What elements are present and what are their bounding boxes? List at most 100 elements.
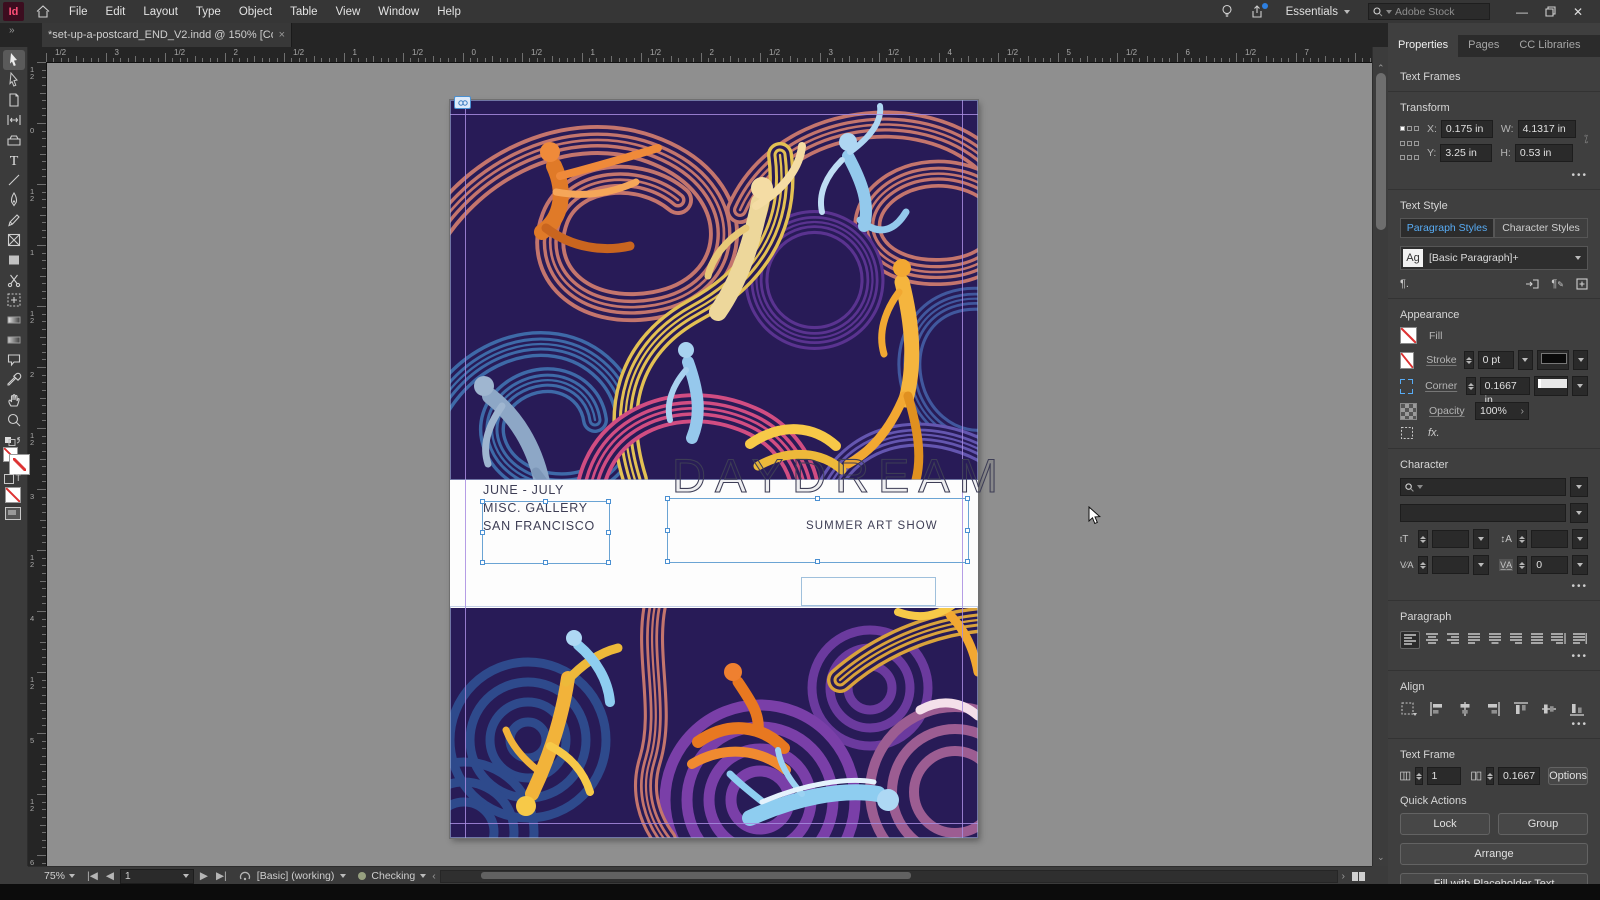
more-options-icon[interactable]: •••: [1564, 170, 1588, 181]
stroke-swatch[interactable]: [10, 455, 29, 474]
fill-placeholder-button[interactable]: Fill with Placeholder Text: [1400, 873, 1588, 884]
vertical-scrollbar[interactable]: ⌃ ⌄: [1372, 47, 1389, 866]
apply-none-button[interactable]: [5, 487, 21, 503]
more-options-icon[interactable]: •••: [1564, 581, 1588, 592]
free-transform-tool-icon[interactable]: [3, 290, 25, 310]
preflight-menu[interactable]: [Basic] (working): [233, 870, 353, 882]
document-canvas[interactable]: JUNE - JULY MISC. GALLERY SAN FRANCISCO …: [46, 62, 1372, 866]
formatting-affects-container-icon[interactable]: [4, 474, 14, 484]
zoom-tool-icon[interactable]: [3, 410, 25, 430]
font-size-dropdown[interactable]: [1473, 529, 1489, 549]
selection-handle[interactable]: [665, 496, 670, 501]
menu-file[interactable]: File: [60, 3, 97, 21]
fx-icon[interactable]: fx.: [1428, 427, 1440, 439]
align-left-button[interactable]: [1400, 631, 1420, 649]
text-frame-selection[interactable]: [667, 498, 969, 563]
kerning-stepper[interactable]: [1418, 556, 1428, 574]
selection-handle[interactable]: [480, 530, 485, 535]
selection-handle[interactable]: [606, 499, 611, 504]
redefine-style-icon[interactable]: [1525, 278, 1539, 290]
corner-radius-value[interactable]: 0.1667 in: [1480, 377, 1530, 395]
stroke-color-dropdown[interactable]: [1573, 350, 1588, 370]
group-button[interactable]: Group: [1498, 813, 1588, 835]
menu-type[interactable]: Type: [187, 3, 230, 21]
vertical-scrollbar-thumb[interactable]: [1376, 73, 1386, 230]
leading-stepper[interactable]: [1517, 530, 1527, 548]
font-size-value[interactable]: [1432, 530, 1469, 548]
menu-window[interactable]: Window: [369, 3, 428, 21]
formatting-affects-text-icon[interactable]: T: [16, 473, 22, 483]
horizontal-scrollbar-thumb[interactable]: [481, 872, 911, 879]
fill-swatch-none[interactable]: [1400, 327, 1417, 344]
share-icon[interactable]: [1246, 3, 1268, 21]
home-icon[interactable]: [36, 5, 50, 18]
stock-search-input[interactable]: Adobe Stock: [1368, 3, 1490, 20]
stroke-color-swatch[interactable]: [1537, 350, 1569, 370]
tab-properties[interactable]: Properties: [1388, 35, 1458, 57]
text-frame-options-button[interactable]: Options: [1548, 767, 1588, 785]
tab-close-icon[interactable]: ×: [279, 29, 285, 41]
gap-tool-icon[interactable]: [3, 110, 25, 130]
align-center-button[interactable]: [1423, 631, 1441, 647]
preflight-status-menu[interactable]: Checking: [352, 870, 432, 882]
line-tool-icon[interactable]: [3, 170, 25, 190]
menu-edit[interactable]: Edit: [97, 3, 135, 21]
pencil-tool-icon[interactable]: [3, 210, 25, 230]
corner-radius-stepper[interactable]: [1466, 377, 1476, 395]
x-input[interactable]: 0.175 in: [1441, 120, 1493, 138]
selection-handle[interactable]: [965, 496, 970, 501]
menu-view[interactable]: View: [327, 3, 370, 21]
justify-all-button[interactable]: [1528, 631, 1546, 647]
first-page-icon[interactable]: |◀: [87, 870, 98, 882]
align-to-dropdown[interactable]: [1400, 701, 1418, 717]
kerning-value[interactable]: [1432, 556, 1469, 574]
selection-handle[interactable]: [815, 496, 820, 501]
selection-handle[interactable]: [480, 499, 485, 504]
scroll-left-icon[interactable]: ‹: [432, 870, 436, 882]
hand-tool-icon[interactable]: [3, 390, 25, 410]
leading-dropdown[interactable]: [1572, 529, 1588, 549]
restore-button[interactable]: [1536, 0, 1564, 23]
w-input[interactable]: 4.1317 in: [1518, 120, 1576, 138]
align-bottom-edges-button[interactable]: [1568, 701, 1586, 717]
tab-cc-libraries[interactable]: CC Libraries: [1509, 35, 1590, 57]
lock-button[interactable]: Lock: [1400, 813, 1490, 835]
selection-handle[interactable]: [815, 559, 820, 564]
selection-handle[interactable]: [606, 560, 611, 565]
kerning-dropdown[interactable]: [1473, 555, 1489, 575]
font-family-input[interactable]: [1400, 478, 1566, 496]
gutter-value[interactable]: 0.1667: [1498, 767, 1540, 785]
new-style-icon[interactable]: [1576, 278, 1588, 290]
content-collector-tool-icon[interactable]: [3, 130, 25, 150]
gradient-feather-tool-icon[interactable]: [3, 330, 25, 350]
align-left-edges-button[interactable]: [1428, 701, 1446, 717]
gradient-tool-icon[interactable]: [3, 310, 25, 330]
align-toward-spine-button[interactable]: [1549, 631, 1567, 647]
font-style-dropdown[interactable]: [1570, 503, 1588, 523]
font-size-stepper[interactable]: [1418, 530, 1428, 548]
selection-handle[interactable]: [965, 559, 970, 564]
menu-layout[interactable]: Layout: [134, 3, 187, 21]
selection-handle[interactable]: [965, 528, 970, 533]
tracking-value[interactable]: 0: [1531, 556, 1568, 574]
document-tab[interactable]: *set-up-a-postcard_END_V2.indd @ 150% [C…: [42, 23, 292, 47]
swap-fill-stroke-icon[interactable]: [4, 436, 22, 446]
previous-page-icon[interactable]: ◀: [106, 870, 114, 882]
selection-handle[interactable]: [480, 560, 485, 565]
ruler-origin-corner[interactable]: [28, 47, 47, 63]
indesign-logo-icon[interactable]: Id: [3, 2, 24, 21]
arrange-button[interactable]: Arrange: [1400, 843, 1588, 865]
more-options-icon[interactable]: •••: [1564, 719, 1588, 730]
tracking-dropdown[interactable]: [1572, 555, 1588, 575]
headline-text[interactable]: DAYDREAM: [672, 448, 1007, 503]
stroke-weight-dropdown[interactable]: [1518, 350, 1533, 370]
gutter-stepper[interactable]: [1486, 767, 1494, 785]
workspace-switcher[interactable]: Essentials: [1276, 6, 1360, 18]
align-away-from-spine-button[interactable]: [1570, 631, 1588, 647]
spread-view-icon[interactable]: [1351, 871, 1366, 882]
scissors-tool-icon[interactable]: [3, 270, 25, 290]
align-top-edges-button[interactable]: [1512, 701, 1530, 717]
scroll-right-icon[interactable]: ›: [1342, 870, 1346, 882]
learn-bulb-icon[interactable]: [1216, 3, 1238, 21]
y-input[interactable]: 3.25 in: [1440, 144, 1492, 162]
